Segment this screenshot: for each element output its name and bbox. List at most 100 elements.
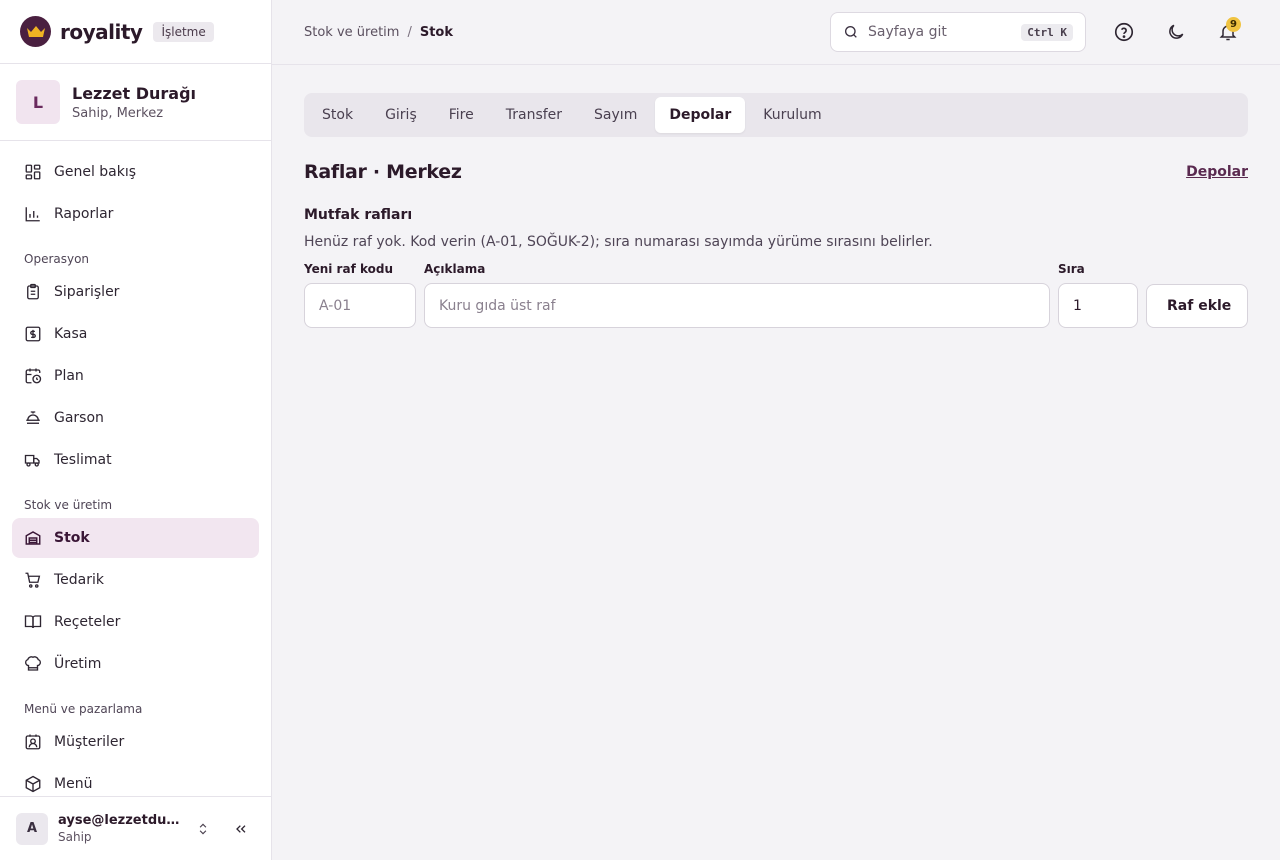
tab-depolar[interactable]: Depolar	[655, 97, 746, 133]
clipboard-icon	[27, 283, 39, 300]
org-name: Lezzet Durağı	[72, 83, 197, 103]
crown-logo-icon[interactable]	[20, 16, 51, 47]
brand-name[interactable]: royality	[60, 20, 143, 44]
add-shelf-button[interactable]: Raf ekle	[1146, 284, 1248, 328]
sidebar-item-label: Stok	[54, 530, 90, 546]
moon-icon	[1169, 24, 1184, 39]
breadcrumb-separator: /	[407, 24, 412, 40]
sidebar-item-teslimat[interactable]: Teslimat	[12, 440, 259, 480]
search-icon	[845, 26, 857, 38]
sidebar-item-kasa[interactable]: Kasa	[12, 314, 259, 354]
shelf-code-label: Yeni raf kodu	[304, 262, 394, 276]
search-box[interactable]: Ctrl K	[830, 12, 1086, 52]
sidebar-item-stok[interactable]: Stok	[12, 518, 259, 558]
shelf-description-input[interactable]	[424, 283, 1050, 328]
user-email: ayse@lezzetduragi.com	[58, 813, 184, 828]
tab-kurulum[interactable]: Kurulum	[749, 97, 835, 133]
breadcrumb: Stok ve üretim / Stok	[304, 25, 830, 40]
sidebar-item-siparisler[interactable]: Siparişler	[12, 272, 259, 312]
sidebar-item-label: Kasa	[54, 326, 88, 342]
org-role: Sahip, Merkez	[72, 105, 164, 121]
shelf-code-input[interactable]	[304, 283, 416, 328]
tab-giris[interactable]: Giriş	[371, 97, 431, 133]
chevrons-up-down-icon[interactable]	[189, 815, 217, 843]
topbar: Stok ve üretim / Stok Ctrl K 9	[272, 0, 1280, 65]
brand-badge: İşletme	[153, 21, 214, 42]
sidebar-item-menu[interactable]: Menü	[12, 764, 259, 796]
search-input[interactable]	[868, 24, 1013, 40]
notification-count-badge: 9	[1226, 17, 1241, 32]
package-icon	[25, 775, 41, 793]
shelf-order-input[interactable]	[1058, 283, 1138, 328]
shelf-description-field: Açıklama	[424, 262, 1050, 328]
add-shelf-form: Yeni raf kodu Açıklama Sıra Raf ekle	[304, 262, 1248, 328]
help-button[interactable]	[1104, 12, 1144, 52]
book-icon	[24, 615, 42, 629]
sidebar-item-label: Garson	[54, 410, 104, 426]
notifications-button[interactable]: 9	[1208, 12, 1248, 52]
sidebar-item-genel-bakis[interactable]: Genel bakış	[12, 152, 259, 192]
breadcrumb-current: Stok	[419, 24, 454, 40]
shortcut-hint: Ctrl K	[1021, 23, 1073, 41]
sidebar-item-label: Müşteriler	[54, 734, 125, 750]
warehouse-icon	[25, 531, 41, 545]
shelves-title: Mutfak rafları	[304, 207, 413, 223]
stock-tabs: Stok Giriş Fire Transfer Sayım Depolar K…	[304, 93, 1248, 137]
sidebar-item-garson[interactable]: Garson	[12, 398, 259, 438]
user-role: Sahip	[58, 830, 92, 844]
shelf-order-field: Sıra	[1058, 262, 1138, 328]
breadcrumb-parent[interactable]: Stok ve üretim	[304, 25, 399, 40]
truck-icon	[24, 454, 40, 467]
help-circle-icon	[1114, 22, 1134, 42]
chef-hat-icon	[25, 656, 41, 671]
sidebar-item-label: Reçeteler	[54, 614, 121, 630]
calendar-clock-icon	[25, 368, 42, 384]
page-title: Raflar · Merkez	[304, 161, 462, 183]
waiter-icon	[26, 411, 40, 424]
bar-chart-icon	[25, 207, 40, 222]
content: Stok Giriş Fire Transfer Sayım Depolar K…	[272, 65, 1280, 356]
sidebar-nav: Genel bakış Raporlar Operasyon Siparişle…	[0, 141, 271, 796]
cart-icon	[25, 572, 41, 588]
nav-section-title: Menü ve pazarlama	[24, 702, 143, 716]
sidebar-item-label: Plan	[54, 368, 84, 384]
nav-section-title: Operasyon	[24, 252, 90, 266]
org-switcher[interactable]: L Lezzet Durağı Sahip, Merkez	[0, 64, 271, 141]
tab-fire[interactable]: Fire	[435, 97, 488, 133]
tab-sayim[interactable]: Sayım	[580, 97, 651, 133]
brand: royality İşletme	[0, 0, 271, 64]
depolar-link[interactable]: Depolar	[1186, 164, 1248, 180]
user-avatar: A	[16, 812, 48, 845]
sidebar-item-uretim[interactable]: Üretim	[12, 644, 259, 684]
sidebar-item-label: Genel bakış	[54, 164, 137, 180]
sidebar-item-receteler[interactable]: Reçeteler	[12, 602, 259, 642]
sidebar-item-label: Üretim	[54, 656, 102, 672]
sidebar-item-tedarik[interactable]: Tedarik	[12, 560, 259, 600]
shelves-empty-text: Henüz raf yok. Kod verin (A-01, SOĞUK-2)…	[304, 234, 933, 250]
contact-icon	[25, 734, 41, 750]
layout-grid-icon	[25, 164, 41, 180]
user-menu[interactable]: A ayse@lezzetduragi.com Sahip	[0, 796, 271, 860]
main: Stok ve üretim / Stok Ctrl K 9	[272, 0, 1280, 860]
sidebar-item-label: Tedarik	[54, 572, 105, 588]
sidebar-item-label: Raporlar	[54, 206, 114, 222]
sidebar-item-musteriler[interactable]: Müşteriler	[12, 722, 259, 762]
app: royality İşletme L Lezzet Durağı Sahip, …	[0, 0, 1280, 860]
collapse-sidebar-icon[interactable]	[227, 815, 255, 843]
org-avatar: L	[16, 80, 60, 124]
cash-icon	[25, 326, 41, 342]
tab-transfer[interactable]: Transfer	[492, 97, 576, 133]
sidebar-item-plan[interactable]: Plan	[12, 356, 259, 396]
sidebar-item-label: Menü	[54, 776, 93, 792]
theme-toggle-button[interactable]	[1156, 12, 1196, 52]
section-header: Raflar · Merkez Depolar	[304, 161, 1248, 183]
sidebar-item-raporlar[interactable]: Raporlar	[12, 194, 259, 234]
shelf-order-label: Sıra	[1058, 262, 1085, 276]
shelf-code-field: Yeni raf kodu	[304, 262, 416, 328]
shelf-description-label: Açıklama	[424, 262, 486, 276]
nav-section-title: Stok ve üretim	[24, 498, 113, 512]
sidebar: royality İşletme L Lezzet Durağı Sahip, …	[0, 0, 272, 860]
tab-stok[interactable]: Stok	[308, 97, 367, 133]
sidebar-item-label: Teslimat	[54, 452, 112, 468]
sidebar-item-label: Siparişler	[54, 284, 120, 300]
